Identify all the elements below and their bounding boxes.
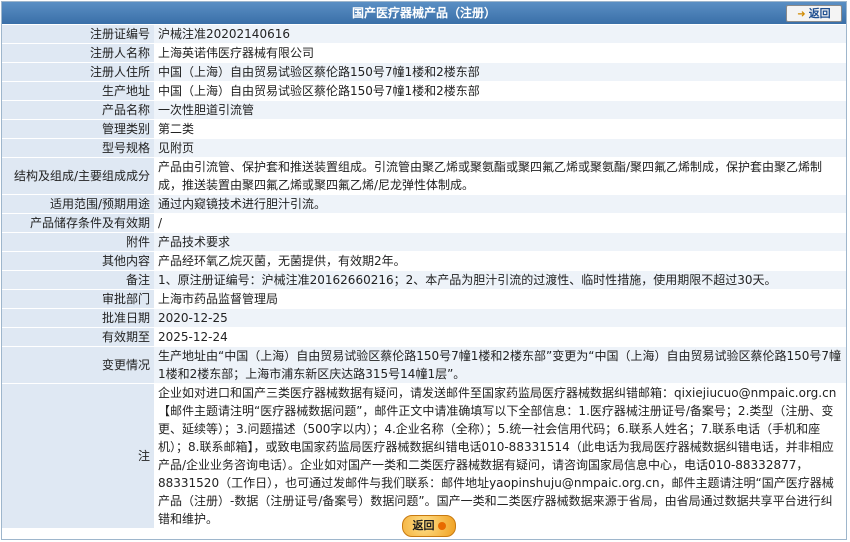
field-label: 注册人名称	[2, 43, 154, 63]
table-row: 注册人住所 中国（上海）自由贸易试验区蔡伦路150号7幢1楼和2楼东部	[2, 62, 846, 82]
table-row: 变更情况 生产地址由“中国（上海）自由贸易试验区蔡伦路150号7幢1楼和2楼东部”…	[2, 346, 846, 384]
back-button-top[interactable]: ➜ 返回	[786, 5, 842, 22]
table-row: 审批部门 上海市药品监督管理局	[2, 289, 846, 309]
field-label: 注	[2, 383, 154, 529]
table-row: 附件 产品技术要求	[2, 232, 846, 252]
field-value: /	[154, 213, 846, 233]
field-label: 备注	[2, 270, 154, 290]
field-label: 生产地址	[2, 81, 154, 101]
field-value: 见附页	[154, 138, 846, 158]
field-value: 1、原注册证编号：沪械注准20162660216；2、本产品为胆汁引流的过渡性、…	[154, 270, 846, 290]
detail-panel: 国产医疗器械产品（注册） ➜ 返回 注册证编号 沪械注准20202140616 注册人…	[1, 1, 847, 540]
field-value: 2020-12-25	[154, 308, 846, 328]
field-label: 注册证编号	[2, 25, 154, 44]
table-row: 生产地址 中国（上海）自由贸易试验区蔡伦路150号7幢1楼和2楼东部	[2, 81, 846, 101]
field-label: 其他内容	[2, 251, 154, 271]
field-value: 通过内窥镜技术进行胆汁引流。	[154, 194, 846, 214]
field-label: 适用范围/预期用途	[2, 194, 154, 214]
field-value: 产品经环氧乙烷灭菌，无菌提供，有效期2年。	[154, 251, 846, 271]
field-value: 第二类	[154, 119, 846, 139]
table-row: 产品名称 一次性胆道引流管	[2, 100, 846, 120]
field-label: 注册人住所	[2, 62, 154, 82]
field-value: 产品由引流管、保护套和推送装置组成。引流管由聚乙烯或聚氨酯或聚四氟乙烯或聚氨酯/…	[154, 157, 846, 195]
field-value: 企业如对进口和国产三类医疗器械数据有疑问，请发送邮件至国家药监局医疗器械数据纠错…	[154, 383, 846, 529]
table-row: 备注 1、原注册证编号：沪械注准20162660216；2、本产品为胆汁引流的过渡…	[2, 270, 846, 290]
field-value: 中国（上海）自由贸易试验区蔡伦路150号7幢1楼和2楼东部	[154, 62, 846, 82]
go-icon	[437, 522, 446, 530]
field-value: 沪械注准20202140616	[154, 25, 846, 44]
info-table: 注册证编号 沪械注准20202140616 注册人名称 上海英诺伟医疗器械有限公司 注册…	[2, 25, 846, 529]
field-value: 上海市药品监督管理局	[154, 289, 846, 309]
field-label: 变更情况	[2, 346, 154, 384]
field-label: 批准日期	[2, 308, 154, 328]
table-row: 产品储存条件及有效期 /	[2, 213, 846, 233]
field-label: 产品储存条件及有效期	[2, 213, 154, 233]
field-label: 型号规格	[2, 138, 154, 158]
field-label: 审批部门	[2, 289, 154, 309]
field-value: 一次性胆道引流管	[154, 100, 846, 120]
table-row: 型号规格 见附页	[2, 138, 846, 158]
field-value: 生产地址由“中国（上海）自由贸易试验区蔡伦路150号7幢1楼和2楼东部”变更为“…	[154, 346, 846, 384]
field-value: 产品技术要求	[154, 232, 846, 252]
back-button-label: 返回	[808, 7, 831, 20]
table-row: 注册证编号 沪械注准20202140616	[2, 25, 846, 44]
table-row: 注企业如对进口和国产三类医疗器械数据有疑问，请发送邮件至国家药监局医疗器械数据纠…	[2, 383, 846, 529]
table-row: 批准日期 2020-12-25	[2, 308, 846, 328]
page-title: 国产医疗器械产品（注册）	[351, 6, 496, 20]
back-button-bottom[interactable]: 返回	[402, 515, 456, 537]
panel-header: 国产医疗器械产品（注册） ➜ 返回	[2, 2, 846, 24]
field-value: 2025-12-24	[154, 327, 846, 347]
field-label: 管理类别	[2, 119, 154, 139]
field-label: 结构及组成/主要组成成分	[2, 157, 154, 195]
table-row: 有效期至 2025-12-24	[2, 327, 846, 347]
field-label: 有效期至	[2, 327, 154, 347]
field-value: 中国（上海）自由贸易试验区蔡伦路150号7幢1楼和2楼东部	[154, 81, 846, 101]
field-value: 上海英诺伟医疗器械有限公司	[154, 43, 846, 63]
arrow-right-icon: ➜	[797, 9, 806, 20]
table-row: 其他内容 产品经环氧乙烷灭菌，无菌提供，有效期2年。	[2, 251, 846, 271]
field-label: 附件	[2, 232, 154, 252]
table-row: 适用范围/预期用途 通过内窥镜技术进行胆汁引流。	[2, 194, 846, 214]
table-row: 结构及组成/主要组成成分 产品由引流管、保护套和推送装置组成。引流管由聚乙烯或聚氨…	[2, 157, 846, 195]
table-row: 管理类别 第二类	[2, 119, 846, 139]
field-label: 产品名称	[2, 100, 154, 120]
table-row: 注册人名称 上海英诺伟医疗器械有限公司	[2, 43, 846, 63]
back-button-label: 返回	[412, 519, 435, 532]
